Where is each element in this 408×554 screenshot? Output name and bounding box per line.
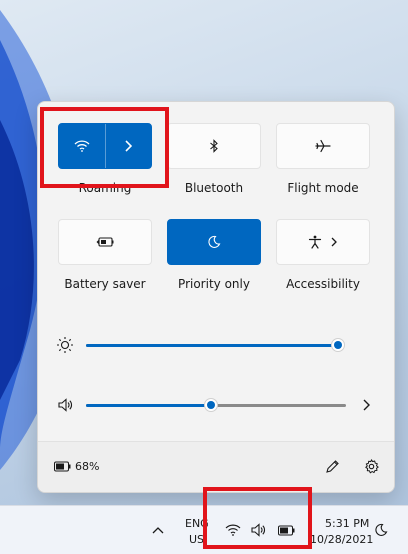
battery-status[interactable]: 68%	[54, 460, 99, 473]
language-indicator-line2[interactable]: US	[189, 533, 204, 546]
clock-time[interactable]: 5:31 PM	[325, 517, 369, 530]
flight-mode-tile-label: Flight mode	[287, 181, 359, 195]
speaker-icon	[58, 398, 72, 412]
flight-mode-tile[interactable]	[276, 123, 370, 169]
wifi-expand-button[interactable]	[106, 124, 152, 168]
wifi-icon	[225, 524, 241, 536]
pencil-edit-icon[interactable]	[325, 459, 340, 474]
brightness-slider[interactable]	[56, 335, 374, 355]
accessibility-tile-label: Accessibility	[286, 277, 360, 291]
bluetooth-icon	[210, 139, 218, 153]
battery-saver-tile-label: Battery saver	[64, 277, 146, 291]
battery-icon	[54, 461, 71, 472]
wifi-tile[interactable]	[58, 123, 152, 169]
wifi-icon	[74, 140, 90, 152]
brightness-fill	[86, 344, 338, 347]
taskbar: ENG US 5:31 PM 10/28/2021	[0, 505, 408, 554]
battery-saver-icon	[96, 237, 114, 247]
chevron-right-icon	[125, 140, 133, 152]
chevron-right-icon[interactable]	[362, 399, 370, 411]
bluetooth-tile[interactable]	[167, 123, 261, 169]
chevron-up-icon[interactable]	[152, 526, 164, 534]
language-indicator-line1[interactable]: ENG	[185, 517, 209, 530]
quick-settings-footer: 68%	[38, 441, 394, 492]
battery-icon	[277, 525, 295, 535]
quick-settings-panel: Roaming Bluetooth Flight mode Battery sa…	[37, 101, 395, 493]
priority-only-tile-label: Priority only	[178, 277, 250, 291]
chevron-right-icon	[331, 237, 337, 247]
accessibility-icon	[308, 235, 322, 249]
wifi-tile-label: Roaming	[78, 181, 132, 195]
battery-saver-tile[interactable]	[58, 219, 152, 265]
brightness-thumb[interactable]	[331, 338, 345, 352]
bluetooth-tile-label: Bluetooth	[184, 181, 244, 195]
clock-date[interactable]: 10/28/2021	[310, 533, 373, 546]
system-tray-network-volume-battery[interactable]	[220, 516, 300, 544]
wifi-toggle[interactable]	[59, 124, 105, 168]
airplane-icon	[315, 139, 331, 153]
speaker-icon	[251, 523, 266, 537]
volume-fill	[86, 404, 211, 407]
gear-icon[interactable]	[364, 459, 379, 474]
battery-percentage: 68%	[75, 460, 100, 473]
sun-icon	[57, 337, 73, 353]
moon-icon	[208, 235, 221, 248]
volume-thumb[interactable]	[204, 398, 218, 412]
moon-icon[interactable]	[374, 523, 388, 537]
volume-slider[interactable]	[56, 395, 374, 415]
priority-only-tile[interactable]	[167, 219, 261, 265]
accessibility-tile[interactable]	[276, 219, 370, 265]
